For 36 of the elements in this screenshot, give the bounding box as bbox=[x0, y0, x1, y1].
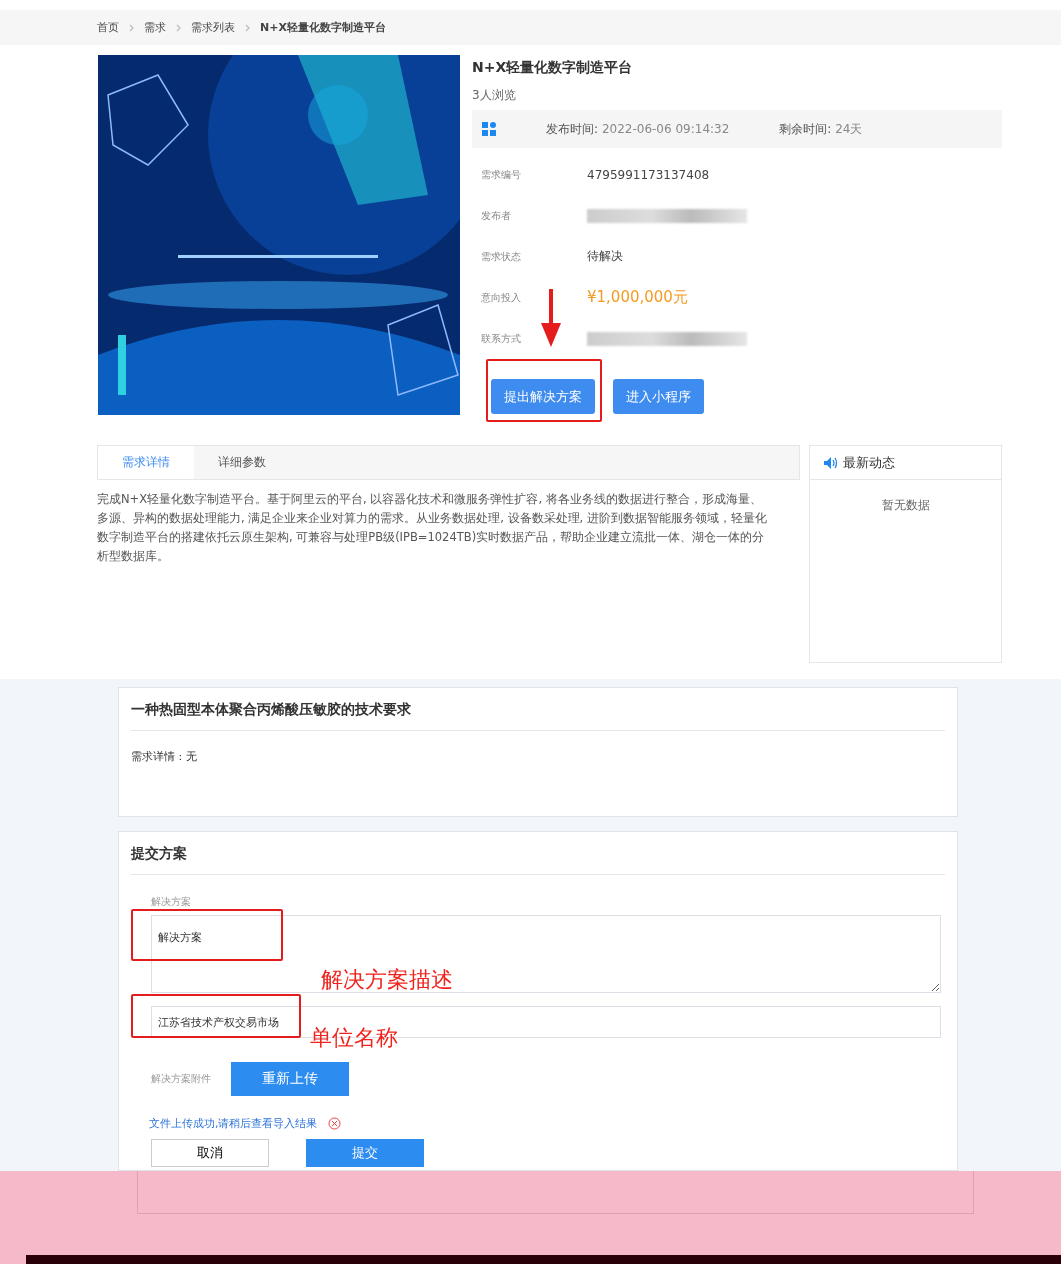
tab[interactable]: 详细参数 bbox=[194, 446, 290, 479]
field-label: 联系方式 bbox=[481, 331, 522, 346]
annotation-text: 解决方案描述 bbox=[321, 966, 453, 994]
demand-title: N+X轻量化数字制造平台 bbox=[472, 59, 634, 77]
empty-text: 暂无数据 bbox=[880, 497, 931, 514]
card-title: 提交方案 bbox=[131, 832, 945, 875]
field-label: 需求状态 bbox=[481, 249, 522, 264]
publish-time: 发布时间: 2022-06-06 09:14:32 bbox=[546, 120, 730, 138]
news-title: 最新动态 bbox=[843, 453, 895, 472]
detail-text: 需求详情 : 无 bbox=[131, 749, 198, 764]
field-value: 待解决 bbox=[587, 248, 623, 265]
close-icon[interactable] bbox=[327, 1117, 341, 1130]
chevron-icon bbox=[129, 23, 134, 32]
remaining-time: 剩余时间: 24天 bbox=[779, 120, 863, 138]
field-label: 解决方案附件 bbox=[151, 1072, 211, 1086]
annotation-arrow bbox=[541, 289, 561, 347]
breadcrumb-link[interactable]: N+X轻量化数字制造平台 bbox=[260, 20, 386, 35]
tab[interactable]: 需求详情 bbox=[98, 446, 194, 479]
field-label: 发布者 bbox=[481, 208, 512, 223]
breadcrumb-link[interactable]: 需求列表 bbox=[191, 20, 235, 35]
cancel-button[interactable]: 取消 bbox=[151, 1139, 269, 1167]
description-text: 完成N+X轻量化数字制造平台。基于阿里云的平台, 以容器化技术和微服务弹性扩容, 将各业务线的数据进行整合，形成海量、多源、异构的数据处理能力, 满足企业来企业对算力的需求。从业务数据处理, 设备数采处理, 进阶到数据智能服务领域，轻量化数字制造平台的搭建依托云原生架构, 可兼容与处理PB级(IPB=1024TB)实时数据产品，帮助企业建立流批一体、湖仓一体的分析型数据库。 bbox=[97, 491, 768, 565]
price-value: ¥1,000,000元 bbox=[587, 288, 688, 307]
grid-icon bbox=[482, 122, 496, 136]
field-label: 意向投入 bbox=[481, 290, 522, 305]
card-title: 一种热固型本体聚合丙烯酸压敏胶的技术要求 bbox=[131, 688, 945, 731]
upload-message: 文件上传成功,请稍后查看导入结果 bbox=[149, 1116, 318, 1131]
breadcrumb-link[interactable]: 首页 bbox=[97, 20, 119, 35]
field-label: 解决方案 bbox=[151, 895, 192, 909]
chevron-icon bbox=[245, 23, 250, 32]
chevron-icon bbox=[176, 23, 181, 32]
breadcrumb-link[interactable]: 需求 bbox=[144, 20, 166, 35]
field-value: 4795991173137408 bbox=[587, 167, 710, 182]
view-count: 3人浏览 bbox=[472, 87, 517, 104]
field-label: 需求编号 bbox=[481, 167, 522, 182]
speaker-icon bbox=[824, 456, 838, 469]
